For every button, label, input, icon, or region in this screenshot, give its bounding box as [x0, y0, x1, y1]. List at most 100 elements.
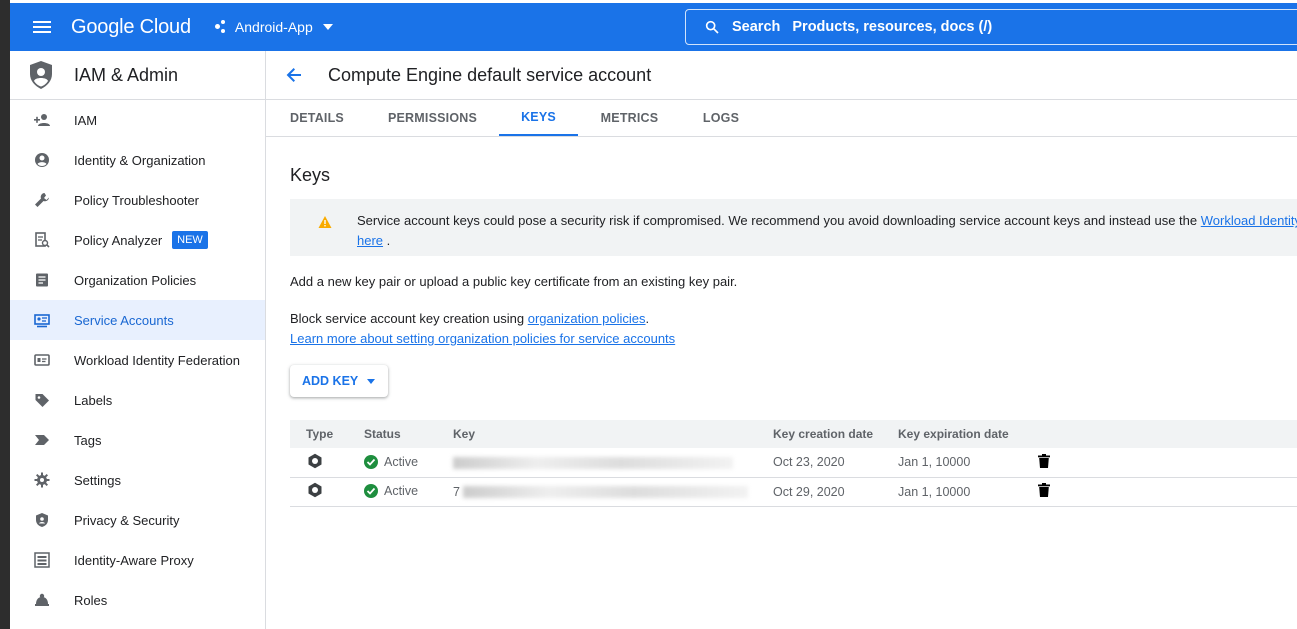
- block-key-info: Block service account key creation using…: [290, 309, 1297, 349]
- tab-logs[interactable]: LOGS: [681, 100, 761, 136]
- delete-key-button[interactable]: [1038, 453, 1050, 471]
- key-type-icon: [308, 453, 322, 468]
- keys-table: Type Status Key Key creation date Key ex…: [290, 420, 1297, 507]
- project-selector[interactable]: Android-App: [214, 19, 333, 35]
- sidebar-item-label: Organization Policies: [74, 272, 197, 288]
- key-id-text: 7: [453, 484, 460, 499]
- tab-bar: DETAILS PERMISSIONS KEYS METRICS LOGS: [266, 100, 1297, 137]
- trash-icon: [1038, 483, 1050, 497]
- search-bar[interactable]: Search: [685, 9, 1297, 45]
- person-add-icon: [34, 112, 50, 128]
- hamburger-icon: [33, 21, 51, 33]
- roles-icon: [34, 592, 50, 608]
- label-icon: [34, 392, 50, 408]
- sidebar-item-labels[interactable]: Labels: [10, 380, 265, 420]
- google-cloud-logo[interactable]: Google Cloud: [71, 16, 191, 39]
- back-arrow-icon[interactable]: [284, 65, 304, 85]
- sidebar-item-privacy-security[interactable]: Privacy & Security: [10, 500, 265, 540]
- sidebar-item-label: Identity-Aware Proxy: [74, 552, 194, 568]
- tab-details[interactable]: DETAILS: [268, 100, 366, 136]
- redacted-key: [463, 486, 749, 499]
- column-header-key: Key: [453, 420, 773, 448]
- sidebar-item-policy-troubleshooter[interactable]: Policy Troubleshooter: [10, 180, 265, 220]
- tab-permissions[interactable]: PERMISSIONS: [366, 100, 499, 136]
- search-input[interactable]: [792, 19, 1193, 35]
- warning-text: Service account keys could pose a securi…: [357, 213, 1201, 228]
- new-badge: NEW: [172, 231, 208, 249]
- trash-icon: [1038, 453, 1050, 468]
- column-header-actions: [1038, 420, 1297, 448]
- column-header-creation-date: Key creation date: [773, 420, 898, 448]
- sidebar-item-iam[interactable]: IAM: [10, 100, 265, 140]
- creation-date-cell: Oct 29, 2020: [773, 477, 898, 507]
- here-link[interactable]: here: [357, 233, 383, 248]
- organization-policies-link[interactable]: organization policies: [528, 311, 646, 326]
- sidebar-item-workload-identity-federation[interactable]: Workload Identity Federation: [10, 340, 265, 380]
- sidebar-item-identity-organization[interactable]: Identity & Organization: [10, 140, 265, 180]
- table-row: Active Oct 23, 2020 Jan 1, 10000: [290, 448, 1297, 478]
- column-header-status: Status: [364, 420, 453, 448]
- sidebar-item-label: Privacy & Security: [74, 512, 180, 528]
- tab-keys[interactable]: KEYS: [499, 100, 578, 136]
- sidebar-item-label: Identity & Organization: [74, 152, 206, 168]
- key-type-cell: [290, 477, 364, 507]
- page-title: Compute Engine default service account: [328, 64, 652, 85]
- sidebar-item-label: Workload Identity Federation: [74, 352, 240, 368]
- sidebar-item-identity-aware-proxy[interactable]: Identity-Aware Proxy: [10, 540, 265, 580]
- id-card-icon: [34, 352, 50, 368]
- expiration-date-cell: Jan 1, 10000: [898, 477, 1038, 507]
- creation-date-cell: Oct 23, 2020: [773, 448, 898, 478]
- project-dots-icon: [214, 20, 229, 34]
- page-header: Compute Engine default service account: [266, 51, 1297, 100]
- sidebar-item-policy-analyzer[interactable]: Policy Analyzer NEW: [10, 220, 265, 260]
- add-key-label: ADD KEY: [302, 374, 359, 388]
- key-id-cell: 7: [453, 477, 773, 507]
- sidebar-item-label: Roles: [74, 592, 108, 608]
- search-icon: [705, 20, 719, 34]
- status-text: Active: [384, 484, 419, 498]
- warning-text-end: .: [383, 233, 391, 248]
- sidebar-item-label: Settings: [74, 472, 121, 488]
- key-id-cell: [453, 448, 773, 478]
- account-circle-icon: [34, 152, 50, 168]
- add-key-description: Add a new key pair or upload a public ke…: [290, 274, 738, 289]
- sidebar-item-settings[interactable]: Settings: [10, 460, 265, 500]
- chevron-down-icon: [322, 24, 333, 30]
- actions-cell: [1038, 448, 1297, 478]
- sidebar: IAM & Admin IAM Identity & Organization …: [10, 51, 266, 629]
- actions-cell: [1038, 477, 1297, 507]
- policy-analyzer-icon: [34, 232, 50, 248]
- redacted-key: [453, 456, 733, 469]
- section-title: Keys: [290, 165, 331, 185]
- proxy-icon: [34, 552, 50, 568]
- block-text: Block service account key creation using: [290, 311, 528, 326]
- workload-identity-link[interactable]: Workload Identity: [1201, 213, 1297, 228]
- left-window-edge: [0, 0, 10, 629]
- sidebar-item-label: Labels: [74, 392, 113, 408]
- delete-key-button[interactable]: [1038, 483, 1050, 500]
- project-name: Android-App: [234, 19, 313, 35]
- add-key-button[interactable]: ADD KEY: [290, 365, 388, 397]
- status-badge: Active: [364, 454, 418, 469]
- check-circle-icon: [364, 484, 378, 498]
- tab-metrics[interactable]: METRICS: [578, 100, 681, 136]
- tag-icon: [34, 432, 50, 448]
- status-cell: Active: [364, 477, 453, 507]
- main-menu-button[interactable]: [18, 3, 66, 51]
- main-content: Compute Engine default service account D…: [266, 51, 1297, 629]
- security-warning-banner: Service account keys could pose a securi…: [290, 199, 1297, 256]
- sidebar-item-service-accounts[interactable]: Service Accounts: [10, 300, 265, 340]
- key-type-cell: [290, 448, 364, 478]
- sidebar-title: IAM & Admin: [74, 64, 179, 85]
- document-icon: [34, 272, 50, 288]
- sidebar-header: IAM & Admin: [10, 51, 265, 100]
- sidebar-item-organization-policies[interactable]: Organization Policies: [10, 260, 265, 300]
- learn-more-link[interactable]: Learn more about setting organization po…: [290, 331, 675, 346]
- sidebar-item-label: Policy Troubleshooter: [74, 192, 200, 208]
- chevron-down-icon: [367, 378, 376, 384]
- sidebar-item-tags[interactable]: Tags: [10, 420, 265, 460]
- keys-content: Keys Service account keys could pose a s…: [266, 165, 1297, 507]
- sidebar-item-roles[interactable]: Roles: [10, 580, 265, 620]
- gear-icon: [34, 472, 50, 488]
- expiration-date-cell: Jan 1, 10000: [898, 448, 1038, 478]
